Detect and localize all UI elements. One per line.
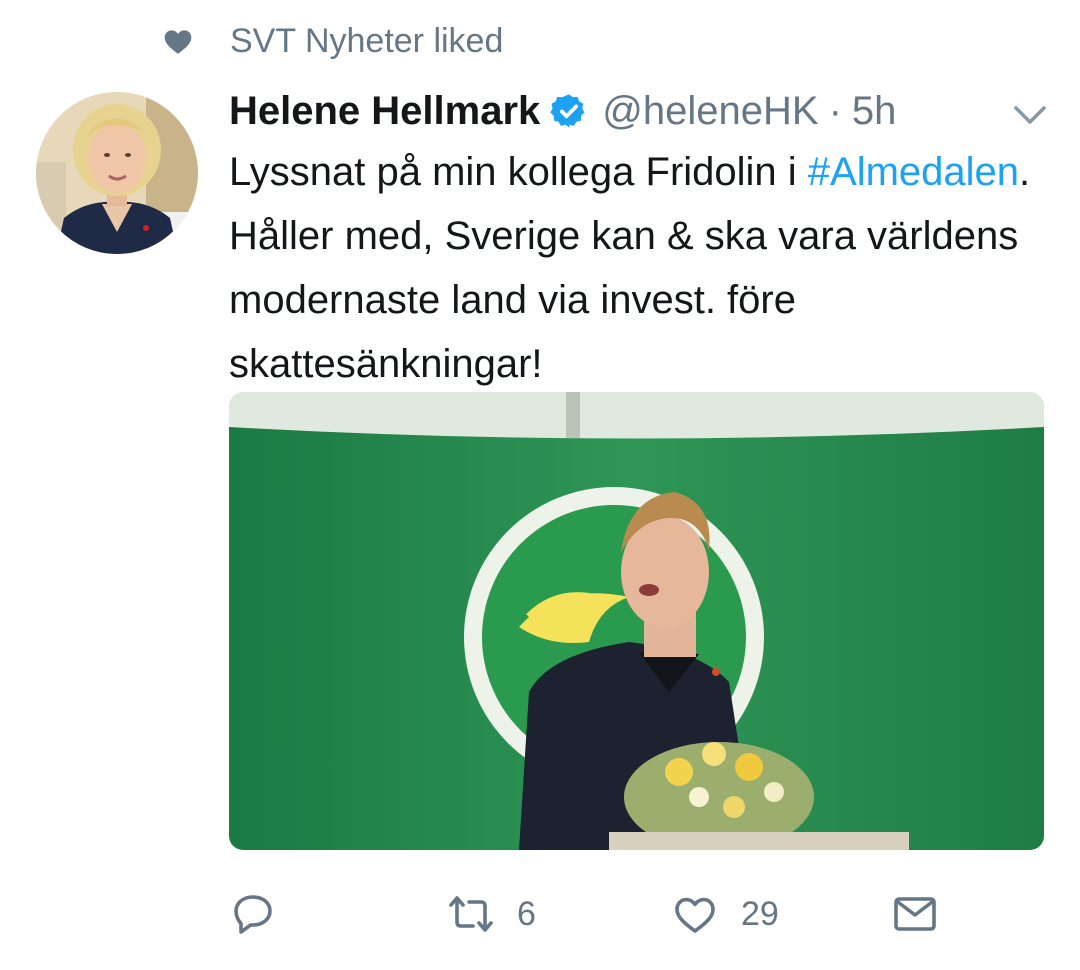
- heart-icon: [164, 30, 192, 54]
- like-button[interactable]: 29: [671, 884, 779, 944]
- like-count: 29: [741, 894, 779, 933]
- like-icon: [675, 897, 715, 933]
- verified-badge-icon: [550, 94, 585, 128]
- chevron-down-icon[interactable]: [1010, 100, 1050, 130]
- tweet-photo[interactable]: [229, 392, 1044, 850]
- tweet-header: Helene Hellmark @heleneHK · 5h: [229, 84, 896, 138]
- retweet-count: 6: [517, 894, 536, 933]
- action-bar: 6 29: [229, 884, 1049, 944]
- avatar[interactable]: [36, 92, 198, 254]
- retweet-icon: [449, 896, 493, 932]
- hashtag-link[interactable]: #Almedalen: [808, 150, 1019, 194]
- direct-message-icon: [894, 897, 936, 931]
- social-context: SVT Nyheter liked: [162, 18, 503, 64]
- direct-message-button[interactable]: [891, 884, 939, 944]
- author-name[interactable]: Helene Hellmark: [229, 89, 540, 134]
- reply-icon: [234, 895, 272, 934]
- separator-dot: ·: [828, 88, 842, 133]
- author-handle[interactable]: @heleneHK: [602, 89, 818, 134]
- social-context-text: SVT Nyheter liked: [230, 21, 504, 60]
- tweet-text: Lyssnat på min kollega Fridolin i #Almed…: [229, 140, 1049, 396]
- tweet-timestamp[interactable]: 5h: [852, 89, 897, 134]
- retweet-button[interactable]: 6: [447, 884, 536, 944]
- tweet-text-part-1: Lyssnat på min kollega Fridolin i: [229, 150, 808, 194]
- reply-button[interactable]: [229, 884, 277, 944]
